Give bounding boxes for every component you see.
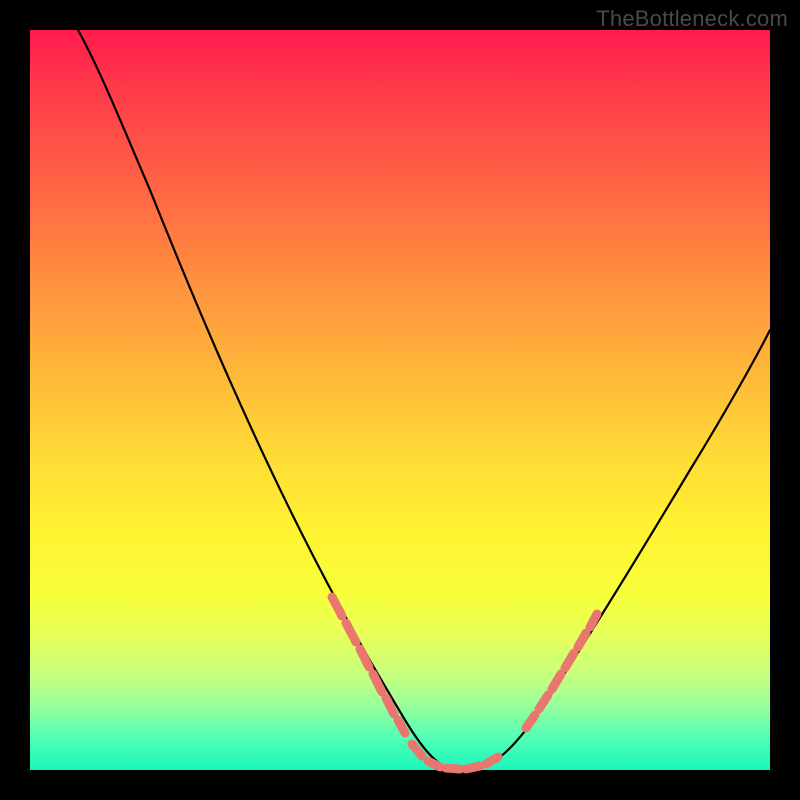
highlight-seg bbox=[346, 623, 356, 642]
highlight-seg bbox=[428, 761, 440, 767]
highlight-seg bbox=[360, 649, 369, 667]
highlight-seg bbox=[552, 674, 561, 689]
chart-frame: TheBottleneck.com bbox=[0, 0, 800, 800]
highlight-seg bbox=[332, 597, 342, 616]
highlight-seg bbox=[446, 768, 460, 769]
highlight-seg bbox=[486, 757, 498, 764]
highlight-seg bbox=[398, 720, 405, 733]
highlight-seg bbox=[590, 614, 597, 627]
highlight-seg bbox=[412, 744, 422, 756]
highlight-seg bbox=[578, 633, 586, 647]
highlight-seg bbox=[565, 653, 574, 668]
highlight-seg bbox=[466, 766, 480, 769]
highlight-seg bbox=[539, 695, 548, 709]
watermark-text: TheBottleneck.com bbox=[596, 6, 788, 32]
highlight-seg bbox=[526, 715, 535, 728]
bottleneck-curve bbox=[78, 30, 770, 770]
curve-svg bbox=[30, 30, 770, 770]
plot-area bbox=[30, 30, 770, 770]
